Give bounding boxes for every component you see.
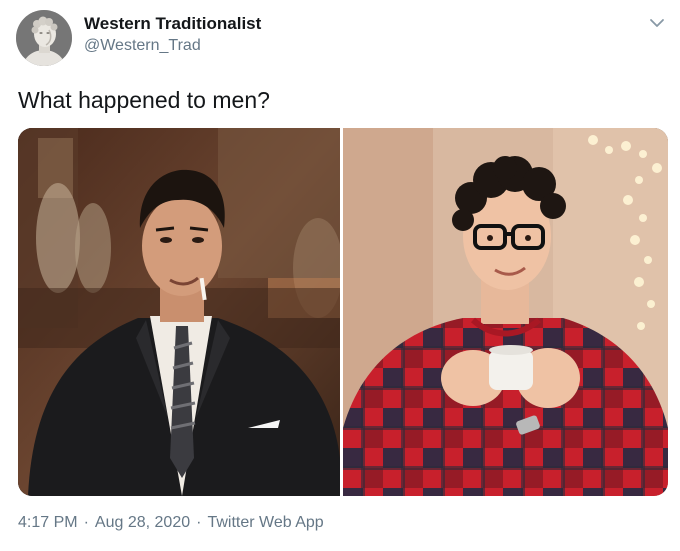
man-in-suit-photo (18, 128, 343, 496)
chevron-down-icon (650, 19, 664, 27)
author-display-name[interactable]: Western Traditionalist (84, 13, 261, 35)
man-in-plaid-pajamas-photo (343, 128, 668, 496)
tweet-media (18, 128, 668, 496)
marble-bust-avatar-icon (16, 10, 72, 66)
tweet-card: Western Traditionalist @Western_Trad Wha… (0, 0, 680, 551)
author-handle[interactable]: @Western_Trad (84, 36, 201, 56)
tweet-time[interactable]: 4:17 PM (18, 514, 78, 531)
media-photo-left[interactable] (18, 128, 343, 496)
tweet-date[interactable]: Aug 28, 2020 (95, 514, 190, 531)
tweet-menu-button[interactable] (648, 14, 666, 32)
tweet-metadata: 4:17 PM · Aug 28, 2020 · Twitter Web App (18, 512, 324, 534)
meta-separator: · (196, 514, 202, 531)
meta-separator: · (83, 514, 89, 531)
tweet-source[interactable]: Twitter Web App (207, 514, 323, 531)
author-avatar[interactable] (16, 10, 72, 66)
tweet-text: What happened to men? (18, 87, 270, 113)
media-photo-right[interactable] (343, 128, 668, 496)
